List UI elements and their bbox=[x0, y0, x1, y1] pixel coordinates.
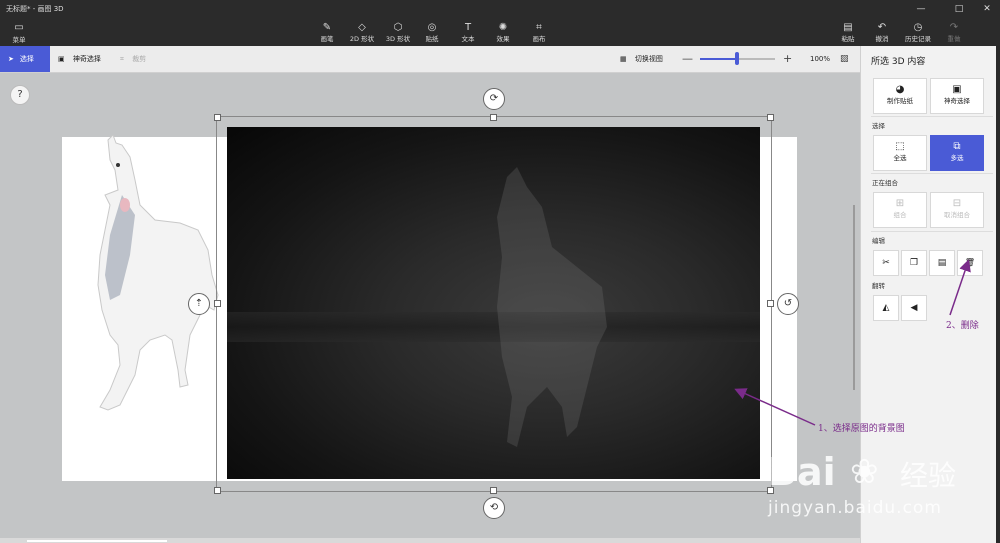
zoom-slider-fill bbox=[700, 58, 737, 60]
paste-icon: ▤ bbox=[937, 258, 947, 268]
magic-select-button[interactable]: ▣ 神奇选择 bbox=[58, 46, 101, 72]
baidu-watermark: Bai ❀ 经验 jingyan.baidu.com bbox=[768, 450, 968, 525]
window-edge bbox=[996, 46, 1000, 543]
tool-canvas[interactable]: ⌗ 画布 bbox=[517, 22, 561, 46]
select-label: 选择 bbox=[19, 55, 34, 63]
group-icon: ⊞ bbox=[895, 198, 905, 209]
resize-handle[interactable] bbox=[214, 300, 221, 307]
rotate-z-icon[interactable]: ⇡ bbox=[188, 293, 210, 315]
edit-section-label: 编辑 bbox=[872, 237, 885, 245]
ungroup-icon: ⊟ bbox=[952, 198, 962, 209]
magic-select-label: 神奇选择 bbox=[72, 55, 101, 63]
resize-handle[interactable] bbox=[767, 114, 774, 121]
minimize-button[interactable]: — bbox=[906, 2, 936, 16]
magic-select-icon: ▣ bbox=[58, 55, 65, 63]
zoom-slider-thumb[interactable] bbox=[734, 52, 739, 65]
make-sticker-button[interactable]: ◕ 制作贴纸 bbox=[873, 78, 927, 114]
crop-label: 裁剪 bbox=[132, 55, 147, 63]
magic-select-label: 神奇选择 bbox=[944, 97, 970, 105]
annotation-step2: 2、删除 bbox=[946, 321, 979, 331]
copy-button[interactable]: ❐ bbox=[901, 250, 927, 276]
maximize-button[interactable]: □ bbox=[944, 2, 974, 16]
make-sticker-icon: ◕ bbox=[895, 84, 905, 95]
paste-button[interactable]: ▤ bbox=[929, 250, 955, 276]
crop-icon: ⌗ bbox=[120, 55, 124, 63]
magic-select-panel-button[interactable]: ▣ 神奇选择 bbox=[930, 78, 984, 114]
ungroup-label: 取消组合 bbox=[944, 211, 970, 219]
menu-button[interactable]: ▭ 菜单 bbox=[4, 22, 34, 46]
multi-select-label: 多选 bbox=[950, 154, 964, 162]
redo-icon: ↷ bbox=[949, 22, 959, 33]
menu-label: 菜单 bbox=[12, 36, 26, 44]
delete-button[interactable]: 🗑 bbox=[957, 250, 983, 276]
cut-button[interactable]: ✂ bbox=[873, 250, 899, 276]
horizontal-scrollbar[interactable] bbox=[0, 538, 860, 543]
canvas-icon: ⌗ bbox=[536, 22, 542, 33]
divider bbox=[871, 116, 993, 117]
rotate-y-icon[interactable]: ↺ bbox=[777, 293, 799, 315]
multi-select-icon: ⧉ bbox=[953, 141, 961, 152]
title-bar: 无标题* - 画图 3D — □ ✕ ▭ 菜单 ✎ 画笔 ◇ 2D 形状 ⬡ 3… bbox=[0, 0, 1000, 46]
resize-handle[interactable] bbox=[214, 114, 221, 121]
switch-view-label: 切换视图 bbox=[634, 55, 663, 63]
window-title: 无标题* - 画图 3D bbox=[6, 5, 64, 13]
divider bbox=[871, 231, 993, 232]
resize-handle[interactable] bbox=[490, 487, 497, 494]
copy-icon: ❐ bbox=[909, 258, 919, 268]
flip-horizontal-button[interactable]: ◭ bbox=[873, 295, 899, 321]
select-button[interactable]: ➤ 选择 bbox=[0, 46, 50, 72]
zoom-value: 100% bbox=[810, 55, 831, 63]
group-label: 组合 bbox=[893, 211, 907, 219]
scrollbar-thumb[interactable] bbox=[27, 540, 167, 542]
panel-title: 所选 3D 内容 bbox=[871, 57, 926, 67]
divider bbox=[871, 173, 993, 174]
canvas-scrollbar[interactable] bbox=[853, 205, 855, 390]
horse-cutout[interactable] bbox=[80, 135, 230, 420]
redo-button[interactable]: ↷ 重做 bbox=[932, 22, 976, 46]
select-all-button[interactable]: ⬚ 全选 bbox=[873, 135, 927, 171]
ungroup-button[interactable]: ⊟ 取消组合 bbox=[930, 192, 984, 228]
resize-handle[interactable] bbox=[767, 300, 774, 307]
flip-horizontal-icon: ◭ bbox=[882, 303, 890, 313]
crop-button[interactable]: ⌗ 裁剪 bbox=[120, 46, 146, 72]
close-button[interactable]: ✕ bbox=[972, 2, 1000, 16]
zoom-out-button[interactable]: — bbox=[682, 46, 693, 72]
watermark-brand-cn: 经验 bbox=[900, 459, 957, 492]
resize-handle[interactable] bbox=[214, 487, 221, 494]
flip-section-label: 翻转 bbox=[872, 282, 885, 290]
make-sticker-label: 制作贴纸 bbox=[887, 97, 913, 105]
watermark-brand: Bai bbox=[768, 450, 836, 494]
flip-vertical-icon: ◀ bbox=[910, 303, 918, 313]
rotate-x-icon[interactable]: ⟳ bbox=[483, 88, 505, 110]
group-section-label: 正在组合 bbox=[872, 179, 898, 187]
help-button[interactable]: ? bbox=[10, 85, 30, 105]
tool-label: 画布 bbox=[532, 35, 546, 43]
folder-icon: ▭ bbox=[14, 22, 24, 33]
magic-select-icon: ▣ bbox=[952, 84, 962, 95]
rotate-bottom-icon[interactable]: ⟲ bbox=[483, 497, 505, 519]
watermark-url: jingyan.baidu.com bbox=[768, 498, 942, 518]
image-icon[interactable]: ▨ bbox=[840, 54, 849, 64]
cut-icon: ✂ bbox=[882, 258, 890, 268]
flip-vertical-button[interactable]: ◀ bbox=[901, 295, 927, 321]
trash-icon: 🗑 bbox=[964, 258, 976, 267]
select-section-label: 选择 bbox=[872, 122, 885, 130]
cursor-icon: ➤ bbox=[8, 55, 14, 63]
tool-label: 重做 bbox=[947, 35, 961, 43]
select-all-icon: ⬚ bbox=[895, 141, 905, 152]
grid-icon: ▦ bbox=[620, 55, 627, 63]
paw-icon: ❀ bbox=[850, 452, 879, 492]
group-button[interactable]: ⊞ 组合 bbox=[873, 192, 927, 228]
resize-handle[interactable] bbox=[490, 114, 497, 121]
selection-box[interactable] bbox=[216, 116, 772, 492]
zoom-in-button[interactable]: + bbox=[783, 46, 792, 72]
multi-select-button[interactable]: ⧉ 多选 bbox=[930, 135, 984, 171]
secondary-toolbar: ➤ 选择 ▣ 神奇选择 ⌗ 裁剪 ▦ 切换视图 — + 100% ▨ bbox=[0, 46, 860, 73]
select-all-label: 全选 bbox=[893, 154, 907, 162]
switch-view-button[interactable]: ▦ 切换视图 bbox=[620, 46, 663, 72]
annotation-step1: 1、选择原图的背景图 bbox=[818, 424, 905, 434]
